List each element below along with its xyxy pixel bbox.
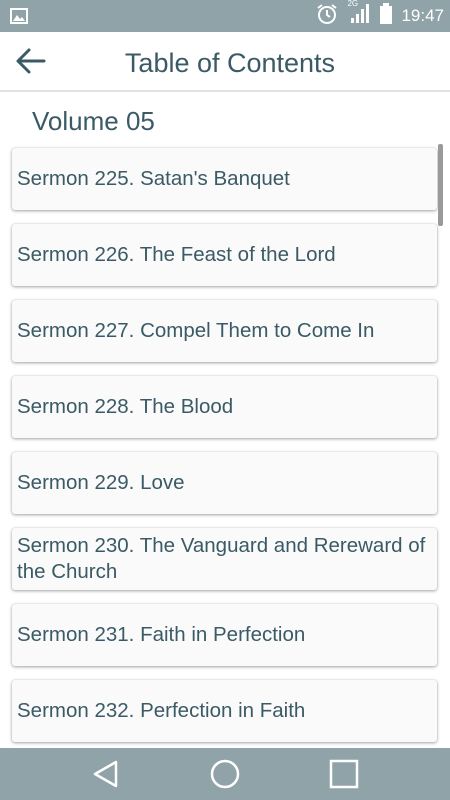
sermon-item-label: Sermon 231. Faith in Perfection — [17, 623, 306, 646]
status-time: 19:47 — [401, 6, 444, 25]
battery-icon — [379, 2, 393, 30]
sermon-list: Sermon 225. Satan's Banquet Sermon 226. … — [12, 148, 437, 748]
alarm-icon — [315, 2, 339, 31]
recents-square-icon[interactable] — [314, 748, 374, 800]
gallery-icon — [10, 7, 28, 25]
sermon-item-label: Sermon 226. The Feast of the Lord — [17, 243, 336, 266]
sermon-item[interactable]: Sermon 232. Perfection in Faith — [12, 680, 437, 742]
content-area[interactable]: Volume 05 Sermon 225. Satan's Banquet Se… — [0, 92, 450, 748]
sermon-item-label: Sermon 230. The Vanguard and Rereward of… — [17, 534, 426, 583]
sermon-item[interactable]: Sermon 225. Satan's Banquet — [12, 148, 437, 210]
scrollbar-thumb[interactable] — [438, 144, 443, 226]
sermon-item[interactable]: Sermon 228. The Blood — [12, 376, 437, 438]
page-title: Table of Contents — [124, 48, 336, 78]
sermon-item[interactable]: Sermon 230. The Vanguard and Rereward of… — [12, 528, 437, 590]
sermon-item[interactable]: Sermon 227. Compel Them to Come In — [12, 300, 437, 362]
signal-icon: 2G — [347, 0, 371, 30]
sermon-item-label: Sermon 227. Compel Them to Come In — [17, 319, 375, 342]
status-bar: 2G 19:47 — [0, 0, 450, 32]
volume-title: Volume 05 — [32, 106, 155, 136]
network-type-label: 2G — [347, 0, 359, 8]
sermon-item[interactable]: Sermon 231. Faith in Perfection — [12, 604, 437, 666]
sermon-item-label: Sermon 229. Love — [17, 471, 185, 494]
navigation-bar — [0, 748, 450, 800]
sermon-item[interactable]: Sermon 229. Love — [12, 452, 437, 514]
sermon-item-label: Sermon 225. Satan's Banquet — [17, 167, 290, 190]
sermon-item[interactable]: Sermon 226. The Feast of the Lord — [12, 224, 437, 286]
sermon-item-label: Sermon 232. Perfection in Faith — [17, 699, 306, 722]
app-bar: Table of Contents — [0, 32, 450, 92]
back-triangle-icon[interactable] — [76, 748, 136, 800]
sermon-item-label: Sermon 228. The Blood — [17, 395, 234, 418]
home-circle-icon[interactable] — [195, 748, 255, 800]
